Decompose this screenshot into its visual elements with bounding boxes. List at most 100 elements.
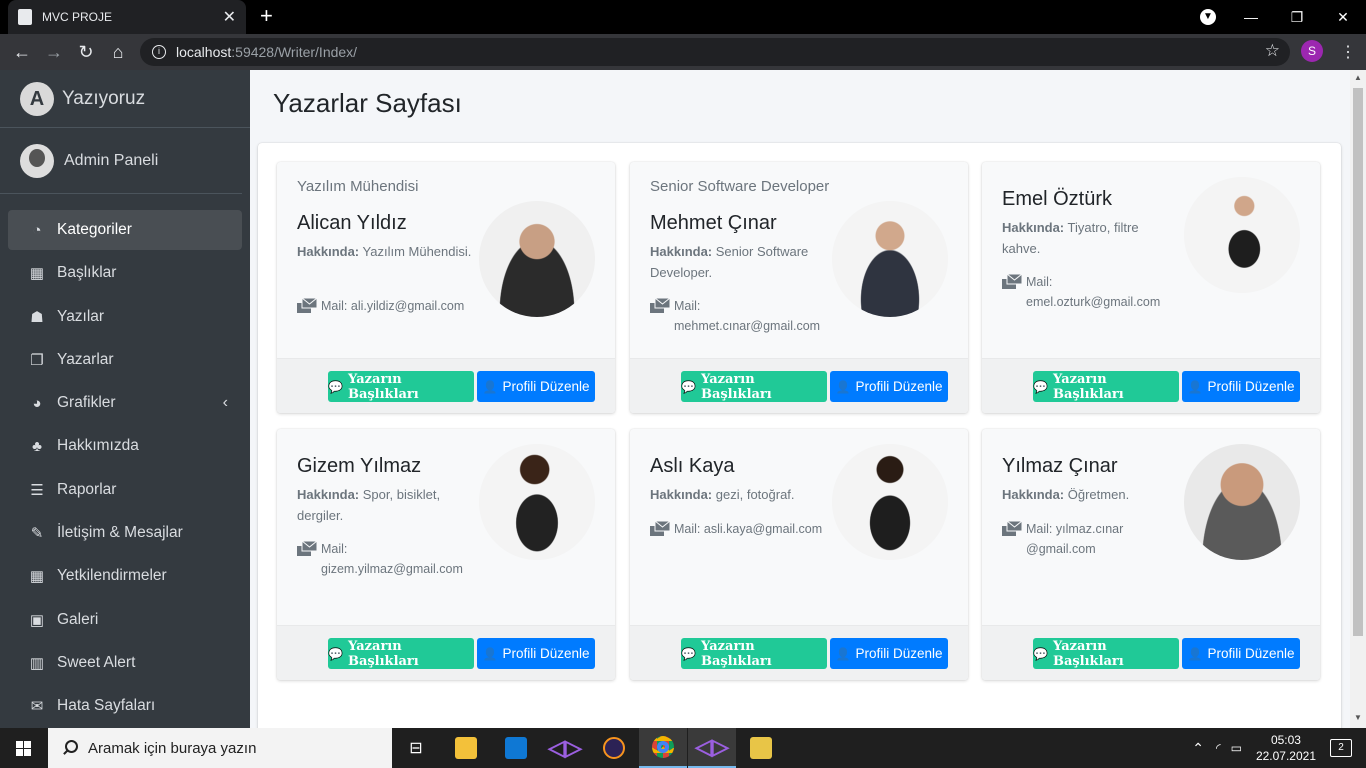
user-icon: 👤 [482, 646, 498, 661]
close-window-icon[interactable]: ✕ [1320, 9, 1366, 26]
chrome-icon[interactable] [639, 728, 687, 768]
start-button[interactable] [0, 728, 48, 768]
writer-titles-button[interactable]: 💬 Yazarın Başlıkları [1033, 638, 1179, 669]
user-icon: 👤 [1187, 379, 1203, 394]
info-icon[interactable]: i [152, 45, 166, 59]
writer-titles-label: Yazarın Başlıkları [347, 638, 419, 669]
edit-profile-button[interactable]: 👤 Profili Düzenle [477, 638, 595, 669]
sidebar: A Yazıyoruz Admin Paneli ◔ Kategoriler ▦ Ba… [0, 70, 250, 728]
writer-card-footer: 💬 Yazarın Başlıkları 👤 Profili Düzenle [982, 358, 1320, 413]
visual-studio-icon[interactable]: ◁▷ [541, 728, 589, 768]
file-explorer-icon[interactable] [442, 728, 490, 768]
taskbar-search[interactable]: Aramak için buraya yazın [48, 728, 392, 768]
mail-address: gizem.yilmaz@gmail.com [321, 562, 463, 576]
user-panel[interactable]: Admin Paneli [0, 128, 242, 194]
about-text: Yazılım Mühendisi. [362, 244, 472, 259]
browser-toolbar: ← → ↻ ⌂ i localhost:59428/Writer/Index/ … [0, 34, 1366, 70]
about-label: Hakkında: [1002, 220, 1065, 235]
mail-label: Mail: [321, 299, 348, 313]
page-title: Yazarlar Sayfası [273, 88, 462, 118]
writer-name: Emel Öztürk [1002, 188, 1113, 210]
new-tab-icon[interactable]: + [260, 4, 273, 28]
edit-profile-button[interactable]: 👤 Profili Düzenle [1182, 371, 1300, 402]
writer-card-footer: 💬 Yazarın Başlıkları 👤 Profili Düzenle [277, 358, 615, 413]
writer-titles-button[interactable]: 💬 Yazarın Başlıkları [1033, 371, 1179, 402]
about-label: Hakkında: [297, 487, 360, 502]
edit-profile-label: Profili Düzenle [502, 646, 590, 661]
sidebar-item-6[interactable]: ☰ Raporlar [8, 470, 242, 510]
brand-link[interactable]: A Yazıyoruz [0, 70, 250, 128]
writer-about: Hakkında: Öğretmen. [1002, 484, 1177, 505]
edit-profile-button[interactable]: 👤 Profili Düzenle [830, 371, 948, 402]
bars-icon: ☰ [30, 481, 44, 499]
home-icon[interactable]: ⌂ [102, 42, 134, 63]
tree-icon: ♣ [32, 437, 42, 455]
page-scrollbar[interactable]: ▲ ▼ [1350, 70, 1366, 728]
restore-icon[interactable]: ❐ [1274, 9, 1320, 26]
sidebar-item-7[interactable]: ✎ İletişim & Mesajlar [8, 513, 242, 553]
url-path: :59428/Writer/Index/ [231, 44, 358, 60]
clock[interactable]: 05:03 22.07.2021 [1256, 732, 1316, 764]
writer-titles-label: Yazarın Başlıkları [700, 371, 772, 402]
sidebar-item-10[interactable]: ▥ Sweet Alert [8, 643, 242, 683]
media-download-icon[interactable]: ▼ [1200, 9, 1216, 25]
writer-titles-button[interactable]: 💬 Yazarın Başlıkları [328, 371, 474, 402]
edit-profile-button[interactable]: 👤 Profili Düzenle [830, 638, 948, 669]
writer-titles-button[interactable]: 💬 Yazarın Başlıkları [681, 371, 827, 402]
sidebar-item-8[interactable]: ▦ Yetkilendirmeler [8, 556, 242, 596]
bookmark-star-icon[interactable]: ☆ [1265, 41, 1280, 61]
sidebar-item-11[interactable]: ✉ Hata Sayfaları [8, 686, 242, 726]
writer-titles-label: Yazarın Başlıkları [1052, 638, 1124, 669]
writer-about: Hakkında: Senior Software Developer. [650, 241, 825, 283]
mail-app-icon[interactable] [492, 728, 540, 768]
mail-address: emel.ozturk@gmail.com [1026, 295, 1161, 309]
writer-card-body: Aslı Kaya Hakkında: gezi, fotoğraf. Mail: … [630, 429, 968, 625]
profile-avatar[interactable]: S [1301, 40, 1323, 62]
sidebar-item-9[interactable]: ▣ Galeri [8, 600, 242, 640]
browser-tab[interactable]: MVC PROJE ✕ [8, 0, 246, 34]
browser-tabbar: MVC PROJE ✕ + ▼ — ❐ ✕ [0, 0, 1366, 34]
writer-card: Yılmaz Çınar Hakkında: Öğretmen. Mail: yıl… [982, 429, 1320, 680]
minimize-icon[interactable]: — [1228, 9, 1274, 25]
writers-card: Yazılım Mühendisi Alican Yıldız Hakkında: … [258, 143, 1341, 745]
scroll-up-icon[interactable]: ▲ [1354, 73, 1362, 82]
page-favicon-icon [18, 9, 32, 25]
sidebar-item-label: Kategoriler [57, 221, 132, 238]
wifi-icon[interactable]: ◜ [1216, 741, 1221, 755]
sidebar-item-1[interactable]: ▦ Başlıklar [8, 253, 242, 293]
scroll-thumb[interactable] [1353, 88, 1363, 636]
writer-titles-button[interactable]: 💬 Yazarın Başlıkları [681, 638, 827, 669]
show-hidden-icons[interactable]: ⌃ [1192, 740, 1204, 757]
sidebar-item-label: Sweet Alert [57, 653, 136, 671]
address-bar[interactable]: i localhost:59428/Writer/Index/ ☆ [140, 38, 1290, 66]
writer-titles-label: Yazarın Başlıkları [347, 371, 419, 402]
menu-dots-icon[interactable]: ⋮ [1340, 42, 1356, 62]
notifications-icon[interactable]: 2 [1330, 739, 1352, 757]
edit-profile-button[interactable]: 👤 Profili Düzenle [1182, 638, 1300, 669]
sidebar-item-3[interactable]: ❐ Yazarlar [8, 340, 242, 380]
back-icon[interactable]: ← [6, 42, 38, 63]
eclipse-icon[interactable] [590, 728, 638, 768]
task-view-icon[interactable]: ⊟ [392, 728, 440, 768]
close-tab-icon[interactable]: ✕ [223, 7, 236, 27]
battery-icon[interactable]: ▭ [1231, 741, 1242, 755]
writer-mail: Mail: emel.ozturk@gmail.com [1002, 272, 1182, 312]
visual-studio-2-icon[interactable]: ◁▷ [688, 728, 736, 768]
mail-label: Mail: [1026, 275, 1053, 289]
edit-profile-label: Profili Düzenle [855, 646, 943, 661]
sidebar-item-2[interactable]: ☗ Yazılar [8, 297, 242, 337]
writer-titles-button[interactable]: 💬 Yazarın Başlıkları [328, 638, 474, 669]
search-placeholder: Aramak için buraya yazın [88, 739, 257, 757]
sidebar-item-4[interactable]: ◕ Grafikler ‹ [8, 383, 242, 423]
mail-label: Mail: [674, 522, 701, 536]
mail-bulk-icon [297, 540, 318, 556]
reload-icon[interactable]: ↻ [70, 42, 102, 63]
edit-profile-button[interactable]: 👤 Profili Düzenle [477, 371, 595, 402]
snipping-tool-icon[interactable] [737, 728, 785, 768]
scroll-down-icon[interactable]: ▼ [1354, 713, 1362, 722]
user-icon: 👤 [482, 379, 498, 394]
sidebar-item-5[interactable]: ♣ Hakkımızda [8, 426, 242, 466]
forward-icon[interactable]: → [38, 42, 70, 63]
copy-icon: ❐ [30, 351, 44, 369]
sidebar-item-0[interactable]: ◔ Kategoriler [8, 210, 242, 250]
